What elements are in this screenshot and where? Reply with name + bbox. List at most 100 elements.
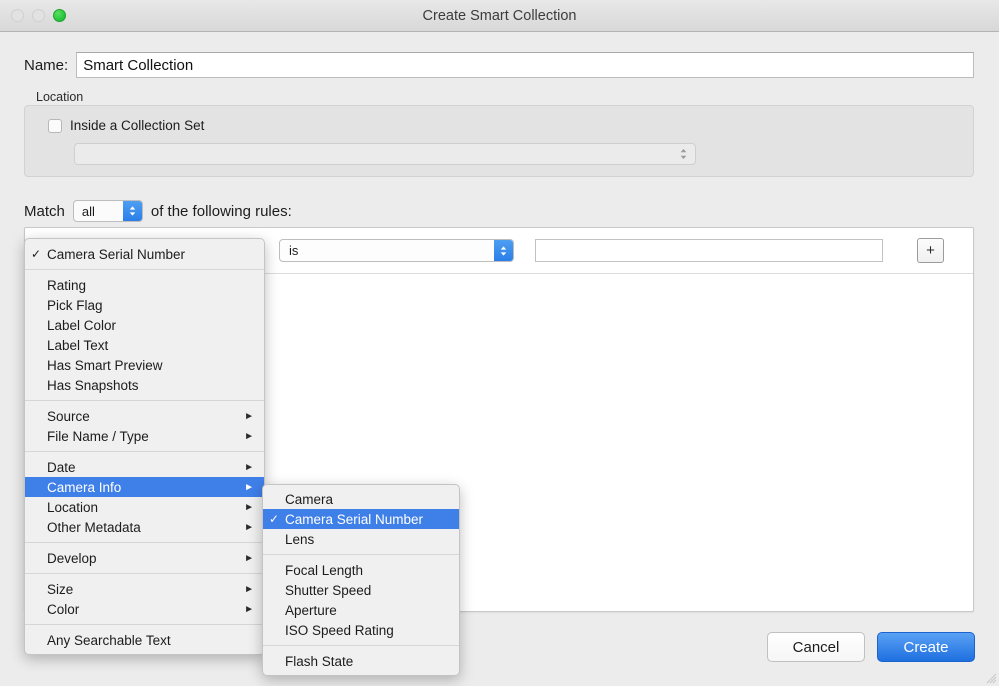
create-button[interactable]: Create	[877, 632, 975, 662]
criterion-menu-item[interactable]: Pick Flag	[25, 295, 264, 315]
criterion-menu-item[interactable]: File Name / Type ►	[25, 426, 264, 446]
criterion-menu-item[interactable]: Has Smart Preview	[25, 355, 264, 375]
camera-info-submenu-item[interactable]: Lens	[263, 529, 459, 549]
rule-operator-stepper-icon	[494, 240, 513, 261]
camera-info-submenu-item-label: Camera	[285, 491, 334, 507]
window-title: Create Smart Collection	[422, 8, 577, 24]
criterion-menu-item[interactable]: Label Color	[25, 315, 264, 335]
criterion-menu[interactable]: ✓ Camera Serial Number Rating Pick Flag Labe…	[24, 238, 265, 655]
name-label: Name:	[24, 56, 69, 74]
camera-info-submenu-item-label: Flash State	[285, 653, 354, 669]
criterion-menu-separator	[25, 451, 264, 452]
match-prefix-label: Match	[24, 202, 65, 220]
camera-info-submenu-item[interactable]: ✓ Camera Serial Number	[263, 509, 459, 529]
camera-info-submenu[interactable]: Camera ✓ Camera Serial Number Lens Focal Len…	[262, 484, 460, 676]
submenu-arrow-icon: ►	[244, 430, 254, 442]
location-group-label: Location	[36, 90, 84, 104]
camera-info-submenu-item-label: Camera Serial Number	[285, 511, 424, 527]
submenu-arrow-icon: ►	[244, 603, 254, 615]
checkmark-icon: ✓	[30, 247, 42, 261]
match-operator-dropdown[interactable]: all	[72, 200, 143, 222]
criterion-menu-item[interactable]: Develop ►	[25, 548, 264, 568]
camera-info-submenu-item[interactable]: ISO Speed Rating	[263, 620, 459, 640]
match-operator-value: all	[81, 203, 95, 219]
inside-collection-set-checkbox[interactable]	[48, 118, 62, 133]
criterion-menu-item[interactable]: Source ►	[25, 406, 264, 426]
name-input[interactable]	[76, 52, 974, 78]
criterion-menu-item-label: Develop	[47, 550, 97, 566]
criterion-menu-item-label: Camera Info	[47, 479, 122, 495]
criterion-menu-item-label: Any Searchable Text	[47, 632, 171, 648]
criterion-menu-item-label: Date	[47, 459, 76, 475]
camera-info-submenu-item[interactable]: Aperture	[263, 600, 459, 620]
cancel-button[interactable]: Cancel	[767, 632, 865, 662]
criterion-menu-item[interactable]: Size ►	[25, 579, 264, 599]
add-rule-button[interactable]: +	[917, 238, 944, 263]
match-operator-stepper-icon	[122, 201, 142, 221]
criterion-menu-item[interactable]: Other Metadata ►	[25, 517, 264, 537]
criterion-menu-item-label: Has Smart Preview	[47, 357, 163, 373]
criterion-menu-item[interactable]: Any Searchable Text	[25, 630, 264, 650]
submenu-arrow-icon: ►	[244, 521, 254, 533]
criterion-menu-item[interactable]: Color ►	[25, 599, 264, 619]
inside-collection-set-label: Inside a Collection Set	[70, 118, 205, 133]
collection-set-dropdown[interactable]	[74, 143, 696, 165]
stepper-chevron-icon	[679, 147, 688, 161]
camera-info-submenu-item-label: Focal Length	[285, 562, 364, 578]
camera-info-submenu-separator	[263, 645, 459, 646]
criterion-menu-item-label: Source	[47, 408, 90, 424]
criterion-menu-item-label: Size	[47, 581, 74, 597]
rule-operator-dropdown[interactable]: is	[279, 239, 514, 262]
camera-info-submenu-item-label: Lens	[285, 531, 315, 547]
camera-info-submenu-item[interactable]: Flash State	[263, 651, 459, 671]
camera-info-submenu-separator	[263, 554, 459, 555]
submenu-arrow-icon: ►	[244, 583, 254, 595]
criterion-menu-item-label: Pick Flag	[47, 297, 103, 313]
criterion-menu-item[interactable]: Date ►	[25, 457, 264, 477]
submenu-arrow-icon: ►	[244, 461, 254, 473]
criterion-menu-item-label: Label Color	[47, 317, 117, 333]
submenu-arrow-icon: ►	[244, 410, 254, 422]
criterion-menu-item[interactable]: Rating	[25, 275, 264, 295]
criterion-menu-item-label: Label Text	[47, 337, 109, 353]
rule-operator-value: is	[289, 243, 299, 258]
submenu-arrow-icon: ►	[244, 481, 254, 493]
criterion-menu-item-label: Camera Serial Number	[47, 246, 186, 262]
rule-row: is +	[279, 238, 944, 263]
create-smart-collection-dialog: Create Smart Collection Name: Location I…	[0, 0, 999, 686]
inside-collection-set-row[interactable]: Inside a Collection Set	[48, 118, 204, 133]
criterion-menu-item-label: Location	[47, 499, 99, 515]
criterion-menu-item[interactable]: Camera Info ►	[25, 477, 264, 497]
dialog-footer: Cancel Create	[767, 632, 975, 662]
criterion-menu-item-label: File Name / Type	[47, 428, 149, 444]
camera-info-submenu-item[interactable]: Focal Length	[263, 560, 459, 580]
checkmark-icon: ✓	[268, 512, 280, 526]
submenu-arrow-icon: ►	[244, 501, 254, 513]
criterion-menu-item-label: Has Snapshots	[47, 377, 139, 393]
criterion-menu-separator	[25, 400, 264, 401]
criterion-menu-separator	[25, 624, 264, 625]
rule-value-input[interactable]	[535, 239, 883, 262]
submenu-arrow-icon: ►	[244, 552, 254, 564]
name-row: Name:	[24, 52, 974, 78]
camera-info-submenu-item-label: Shutter Speed	[285, 582, 372, 598]
camera-info-submenu-item[interactable]: Camera	[263, 489, 459, 509]
criterion-menu-item[interactable]: Label Text	[25, 335, 264, 355]
camera-info-submenu-item-label: Aperture	[285, 602, 337, 618]
criterion-menu-separator	[25, 269, 264, 270]
match-row: Match all of the following rules:	[24, 200, 292, 222]
criterion-menu-item[interactable]: Location ►	[25, 497, 264, 517]
location-group-box	[24, 105, 974, 177]
match-suffix-label: of the following rules:	[150, 202, 292, 220]
camera-info-submenu-item[interactable]: Shutter Speed	[263, 580, 459, 600]
criterion-menu-item[interactable]: Has Snapshots	[25, 375, 264, 395]
criterion-menu-item-label: Rating	[47, 277, 87, 293]
camera-info-submenu-item-label: ISO Speed Rating	[285, 622, 394, 638]
resize-grip-icon[interactable]	[984, 671, 997, 684]
criterion-menu-separator	[25, 573, 264, 574]
criterion-menu-item[interactable]: ✓ Camera Serial Number	[25, 244, 264, 264]
window-titlebar: Create Smart Collection	[0, 0, 999, 32]
criterion-menu-separator	[25, 542, 264, 543]
criterion-menu-item-label: Color	[47, 601, 80, 617]
criterion-menu-item-label: Other Metadata	[47, 519, 141, 535]
